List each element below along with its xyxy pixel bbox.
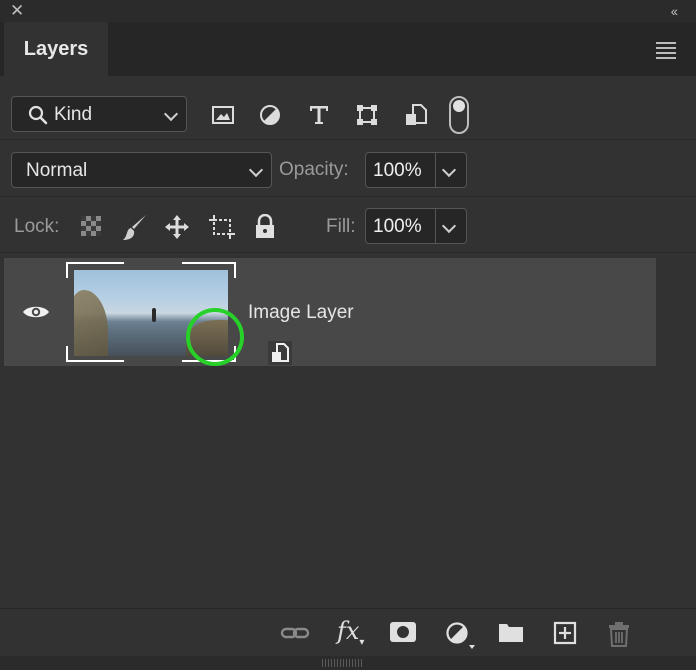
highlight-annotation-circle: [186, 308, 244, 366]
divider: [0, 252, 696, 253]
lock-image-pixels-icon[interactable]: [122, 214, 148, 242]
smart-object-icon: [272, 343, 289, 362]
lock-position-icon[interactable]: [164, 214, 190, 240]
filter-kind-select[interactable]: Kind: [11, 96, 187, 132]
image-filter-icon[interactable]: [211, 103, 235, 127]
opacity-label: Opacity:: [279, 159, 349, 180]
chevron-down-icon: [163, 106, 179, 122]
fill-value[interactable]: 100%: [373, 216, 422, 238]
blend-mode-value: Normal: [26, 160, 88, 181]
new-group-icon[interactable]: [498, 621, 524, 643]
fill-label: Fill:: [326, 216, 356, 237]
filter-toggle[interactable]: [449, 96, 469, 134]
opacity-value[interactable]: 100%: [373, 160, 422, 182]
selection-corner: [66, 346, 124, 362]
tab-layers[interactable]: Layers: [4, 22, 108, 76]
layer-name[interactable]: Image Layer: [248, 302, 354, 324]
opacity-field[interactable]: 100%: [365, 152, 467, 188]
chevron-down-icon[interactable]: [441, 162, 457, 178]
chevron-down-icon: [248, 162, 264, 178]
smart-object-badge: [268, 341, 292, 365]
layer-row[interactable]: Image Layer: [4, 258, 656, 366]
shape-filter-icon[interactable]: [355, 103, 379, 127]
delete-layer-icon[interactable]: [608, 621, 630, 647]
panel-titlebar: ✕ ‹‹: [0, 0, 696, 22]
close-panel-button[interactable]: ✕: [10, 1, 24, 21]
selection-corner: [66, 262, 124, 278]
toggle-knob: [453, 100, 465, 112]
new-adjustment-layer-icon[interactable]: [445, 621, 477, 651]
fx-icon[interactable]: fx▾: [337, 617, 364, 648]
adjustment-filter-icon[interactable]: [258, 103, 282, 127]
layers-panel: Kind Normal Opacity: 100% Lock: Fill: 10…: [0, 76, 696, 670]
fx-label: fx: [337, 617, 360, 645]
new-layer-icon[interactable]: [553, 621, 577, 645]
lock-artboard-icon[interactable]: [209, 214, 235, 240]
tab-strip: Layers: [0, 22, 696, 76]
collapse-panel-button[interactable]: ‹‹: [671, 1, 678, 21]
panel-menu-icon[interactable]: [656, 42, 676, 62]
fill-field[interactable]: 100%: [365, 208, 467, 244]
selection-corner: [182, 262, 236, 278]
lock-all-icon[interactable]: [254, 214, 276, 240]
lock-label: Lock:: [14, 216, 60, 237]
visibility-eye-icon[interactable]: [22, 304, 50, 320]
link-layers-icon[interactable]: [280, 621, 310, 645]
layers-bottom-toolbar: fx▾: [0, 608, 696, 657]
filter-kind-label: Kind: [54, 104, 93, 125]
divider: [435, 209, 436, 243]
lock-transparent-pixels-icon[interactable]: [79, 214, 103, 238]
chevron-down-icon[interactable]: [441, 218, 457, 234]
search-icon: [28, 105, 48, 125]
resize-grip-icon[interactable]: [322, 659, 362, 667]
add-mask-icon[interactable]: [389, 621, 417, 643]
divider: [0, 196, 696, 197]
blend-mode-select[interactable]: Normal: [11, 152, 272, 188]
type-filter-icon[interactable]: [307, 103, 331, 127]
divider: [435, 153, 436, 187]
smart-object-filter-icon[interactable]: [404, 103, 428, 127]
divider: [0, 139, 696, 140]
person-silhouette: [152, 308, 156, 322]
